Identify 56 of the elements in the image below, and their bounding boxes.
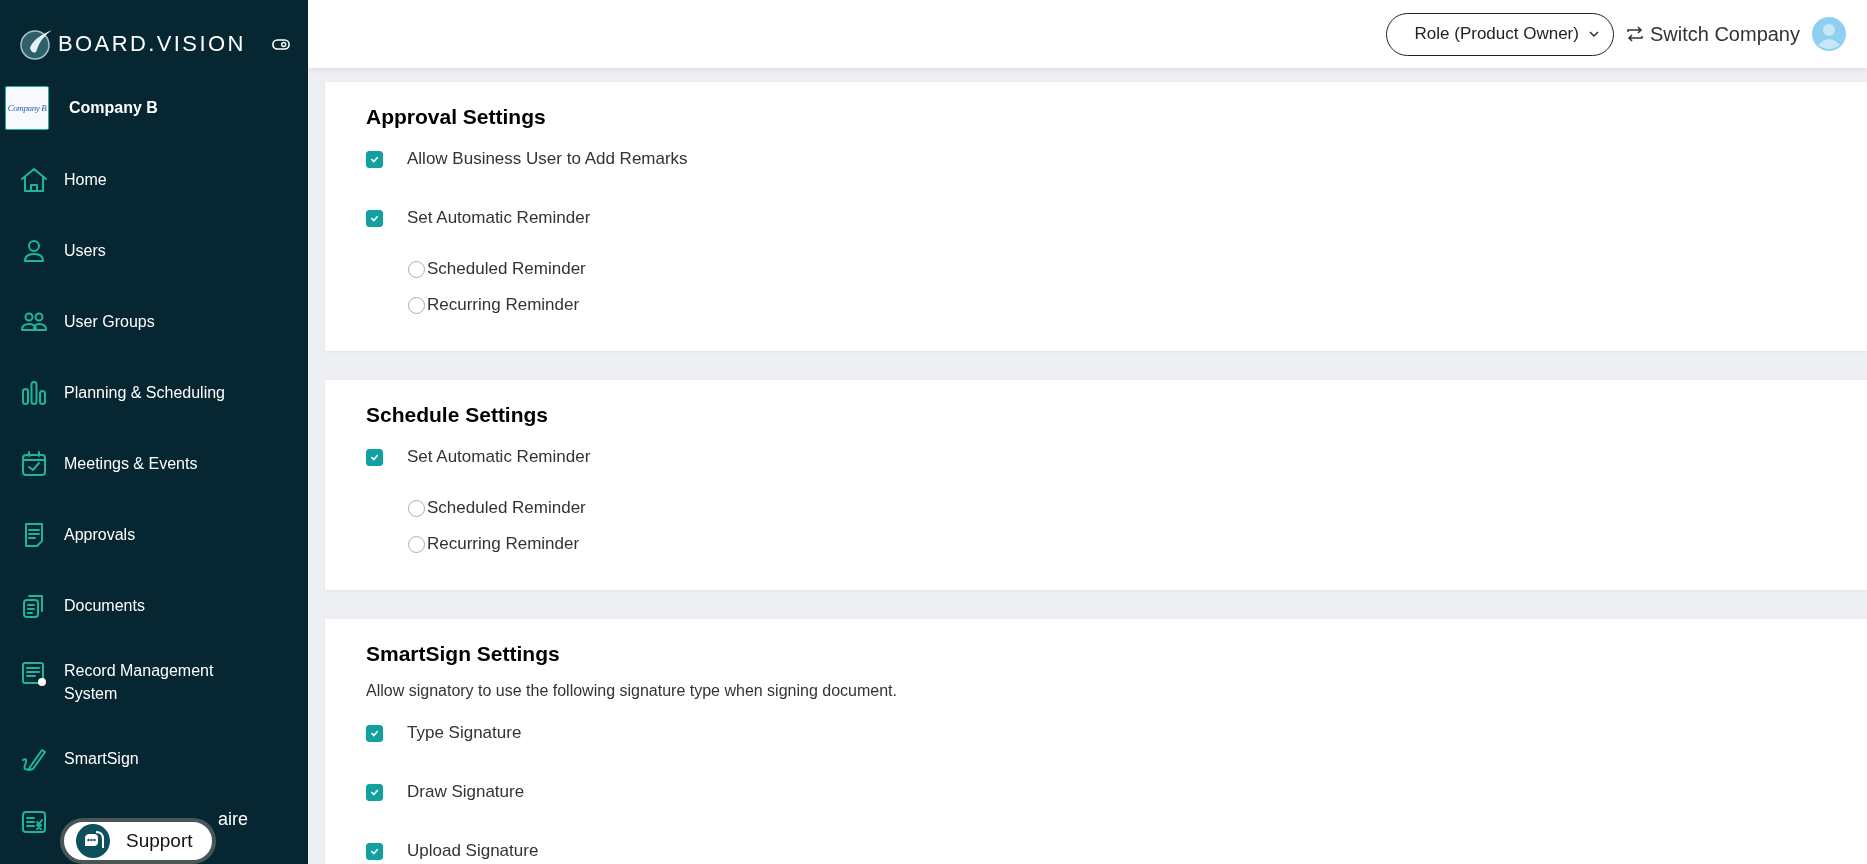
switch-company-button[interactable]: Switch Company xyxy=(1625,22,1800,46)
checkbox-label: Upload Signature xyxy=(407,841,539,861)
radio-button[interactable] xyxy=(408,260,425,278)
sidebar-item[interactable]: Record Management System xyxy=(64,659,244,705)
sidebar-item[interactable]: SmartSign xyxy=(64,747,139,770)
radio-label: Scheduled Reminder xyxy=(427,259,586,279)
sidebar-item[interactable]: Planning & Scheduling xyxy=(64,381,225,404)
company-name: Company B xyxy=(69,99,158,117)
bar-chart-icon xyxy=(20,378,48,407)
checkbox-label: Allow Business User to Add Remarks xyxy=(407,149,688,169)
section-title: Approval Settings xyxy=(366,104,547,130)
sidebar-item[interactable]: User Groups xyxy=(64,310,155,333)
check-icon xyxy=(370,787,379,797)
company-logo-text: Company B xyxy=(7,103,47,113)
chevron-down-icon xyxy=(1588,31,1599,37)
sidebar-item[interactable]: Meetings & Events xyxy=(64,452,198,475)
checkbox-label: Set Automatic Reminder xyxy=(407,208,591,228)
sidebar-item[interactable]: Approvals xyxy=(64,523,136,546)
checklist-icon xyxy=(20,808,48,836)
home-icon xyxy=(20,165,48,194)
calendar-icon xyxy=(20,449,48,478)
support-button[interactable]: Support xyxy=(60,818,216,864)
check-icon xyxy=(370,846,379,856)
checkbox[interactable] xyxy=(366,842,383,860)
checkbox[interactable] xyxy=(366,783,383,801)
section-title: SmartSign Settings xyxy=(366,641,561,667)
checkbox-label: Set Automatic Reminder xyxy=(407,447,591,467)
brand-name: BOARD.VISION xyxy=(58,31,246,57)
radio-label: Recurring Reminder xyxy=(427,295,580,315)
radio-label: Recurring Reminder xyxy=(427,534,580,554)
radio-button[interactable] xyxy=(408,535,425,553)
check-icon xyxy=(370,452,379,462)
checkbox[interactable] xyxy=(366,448,383,466)
sidebar-item[interactable]: Users xyxy=(64,239,106,262)
sidebar-item[interactable]: Documents xyxy=(64,594,145,617)
radio-label: Scheduled Reminder xyxy=(427,498,586,518)
toggle-icon[interactable] xyxy=(272,38,290,50)
checkbox-label: Draw Signature xyxy=(407,782,525,802)
section-description: Allow signatory to use the following signature type when signing document. xyxy=(366,681,898,701)
radio-button[interactable] xyxy=(408,499,425,517)
section-title: Schedule Settings xyxy=(366,402,550,428)
sidebar-item[interactable]: Home xyxy=(64,168,107,191)
checkbox[interactable] xyxy=(366,150,383,168)
check-icon xyxy=(370,213,379,223)
checkbox[interactable] xyxy=(366,724,383,742)
check-icon xyxy=(370,728,379,738)
check-icon xyxy=(370,154,379,164)
sidebar-item[interactable]: aire xyxy=(218,808,248,831)
checkbox-label: Type Signature xyxy=(407,723,522,743)
swap-icon xyxy=(1625,25,1644,43)
chat-icon xyxy=(76,824,110,858)
radio-button[interactable] xyxy=(408,296,425,314)
avatar-icon[interactable] xyxy=(1812,17,1846,51)
document-icon xyxy=(20,659,48,687)
role-dropdown[interactable]: Role (Product Owner) xyxy=(1385,12,1614,56)
checkbox[interactable] xyxy=(366,209,383,227)
